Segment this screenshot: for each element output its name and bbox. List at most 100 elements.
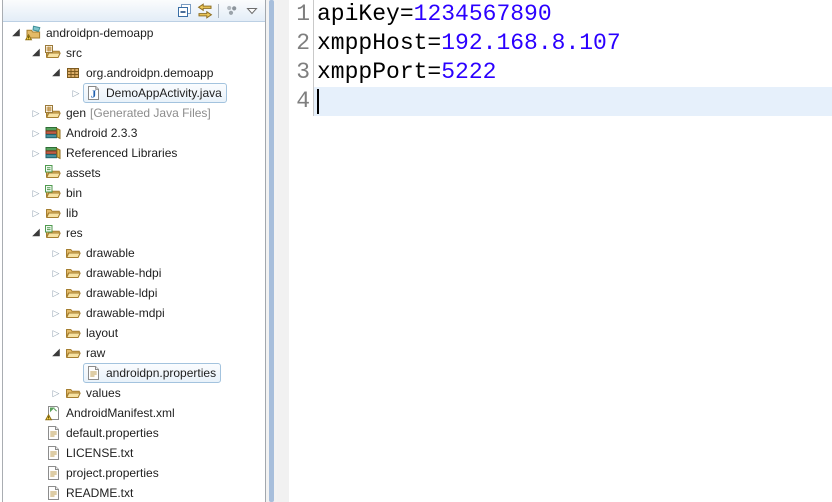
tree-item-content: bin <box>43 183 87 203</box>
properties-editor-pane[interactable]: 1 apiKey=1234567890 2 xmppHost=192.168.8.10… <box>277 0 832 502</box>
collapse-arrow-icon[interactable]: ◢ <box>49 343 63 363</box>
collapse-arrow-icon[interactable]: ◢ <box>29 223 43 243</box>
tree-item-label: project.properties <box>66 466 159 480</box>
expand-arrow-icon[interactable]: ▷ <box>49 243 63 263</box>
tree-item-src[interactable]: ◢ src <box>3 43 265 63</box>
code-line[interactable]: apiKey=1234567890 <box>314 0 832 29</box>
code-line[interactable] <box>314 87 832 116</box>
tree-item-androidpn-properties[interactable]: androidpn.properties <box>3 363 265 383</box>
tree-item-content: layout <box>63 323 123 343</box>
expand-arrow-icon[interactable]: ▷ <box>29 203 43 223</box>
property-key: apiKey <box>317 1 400 27</box>
equals-sign: = <box>427 59 442 85</box>
tree-item-content: assets <box>43 163 106 183</box>
tree-item-label: Android 2.3.3 <box>66 126 138 140</box>
expand-arrow-icon[interactable]: ▷ <box>29 183 43 203</box>
source-folder-icon <box>45 105 62 121</box>
tree-item-content: drawable-ldpi <box>63 283 162 303</box>
tree-item-raw[interactable]: ◢ raw <box>3 343 265 363</box>
tree-item-content: src <box>43 43 87 63</box>
java-file-icon: J <box>85 85 102 101</box>
property-key: xmppHost <box>317 30 428 56</box>
tree-item-drawable-hdpi[interactable]: ▷ drawable-hdpi <box>3 263 265 283</box>
link-with-editor-icon[interactable] <box>195 2 215 20</box>
expand-arrow-icon[interactable]: ▷ <box>29 143 43 163</box>
text-file-icon <box>45 445 62 461</box>
editor-line-1: 1 apiKey=1234567890 <box>289 0 832 29</box>
expand-arrow-icon[interactable]: ▷ <box>49 303 63 323</box>
collapse-all-icon[interactable] <box>175 2 195 20</box>
tree-item-label: androidpn.properties <box>106 366 217 380</box>
dropdown-arrow-icon[interactable] <box>242 2 262 20</box>
tree-item-content: values <box>63 383 126 403</box>
library-icon <box>45 145 62 161</box>
property-value: 1234567890 <box>413 1 552 27</box>
expand-arrow-icon[interactable]: ▷ <box>49 283 63 303</box>
folder-icon <box>45 205 62 221</box>
tree-item-referenced-libraries[interactable]: ▷ Referenced Libraries <box>3 143 265 163</box>
collapse-arrow-icon[interactable]: ◢ <box>49 63 63 83</box>
folder-dec-icon <box>45 225 62 241</box>
android-project-icon <box>24 25 42 41</box>
expand-arrow-icon[interactable]: ▷ <box>29 103 43 123</box>
expand-arrow-icon[interactable]: ▷ <box>49 383 63 403</box>
expand-arrow-icon[interactable]: ▷ <box>49 323 63 343</box>
tree-item-default-properties[interactable]: default.properties <box>3 423 265 443</box>
tree-item-layout[interactable]: ▷ layout <box>3 323 265 343</box>
tree-item-demoappactivity-java[interactable]: ▷ J DemoAppActivity.java <box>3 83 265 103</box>
tree-item-license-txt[interactable]: LICENSE.txt <box>3 443 265 463</box>
tree-item-content: res <box>43 223 88 243</box>
tree-item-res[interactable]: ◢ res <box>3 223 265 243</box>
tree-item-androidpn-demoapp[interactable]: ◢ androidpn-demoapp <box>3 23 265 43</box>
folder-icon <box>65 285 82 301</box>
tree-item-label: raw <box>86 346 106 360</box>
tree-item-values[interactable]: ▷ values <box>3 383 265 403</box>
tree-item-label: gen <box>66 106 87 120</box>
expand-arrow-icon[interactable]: ▷ <box>29 123 43 143</box>
folder-icon <box>65 345 82 361</box>
svg-text:J: J <box>91 89 97 101</box>
tree-item-org-androidpn-demoapp[interactable]: ◢ org.androidpn.demoapp <box>3 63 265 83</box>
package-explorer-panel: ◢ androidpn-demoapp ◢ src ◢ org.androidpn.dem… <box>0 0 266 502</box>
folder-icon <box>65 385 82 401</box>
tree-item-assets[interactable]: assets <box>3 163 265 183</box>
view-menu-icon[interactable] <box>222 2 242 20</box>
scrollbar-thumb[interactable] <box>269 0 274 502</box>
line-number[interactable]: 3 <box>289 58 314 87</box>
explorer-scrollbar[interactable] <box>266 0 277 502</box>
tree-item-label: default.properties <box>66 426 159 440</box>
collapse-arrow-icon[interactable]: ◢ <box>9 23 23 43</box>
tree-item-label: DemoAppActivity.java <box>106 86 222 100</box>
tree-item-label: layout <box>86 326 119 340</box>
tree-item-drawable-ldpi[interactable]: ▷ drawable-ldpi <box>3 283 265 303</box>
tree-item-androidmanifest-xml[interactable]: AndroidManifest.xml <box>3 403 265 423</box>
line-number[interactable]: 1 <box>289 0 314 29</box>
tree-item-project-properties[interactable]: project.properties <box>3 463 265 483</box>
expand-arrow-icon[interactable]: ▷ <box>69 83 83 103</box>
collapse-arrow-icon[interactable]: ◢ <box>29 43 43 63</box>
line-number[interactable]: 2 <box>289 29 314 58</box>
tree-item-label: Referenced Libraries <box>66 146 178 160</box>
line-number[interactable]: 4 <box>289 87 314 116</box>
text-file-icon <box>45 485 62 501</box>
annotation-ruler[interactable] <box>277 0 289 502</box>
tree-item-label: drawable-hdpi <box>86 266 162 280</box>
tree-item-gen[interactable]: ▷ gen [Generated Java Files] <box>3 103 265 123</box>
code-line[interactable]: xmppPort=5222 <box>314 58 832 87</box>
explorer-toolbar <box>3 0 265 22</box>
tree-item-content: README.txt <box>43 483 138 502</box>
tree-item-readme-txt[interactable]: README.txt <box>3 483 265 502</box>
tree-item-label: drawable-ldpi <box>86 286 158 300</box>
tree-item-content: AndroidManifest.xml <box>43 403 180 423</box>
tree-item-android-2-3-3[interactable]: ▷ Android 2.3.3 <box>3 123 265 143</box>
editor-lines: 1 apiKey=1234567890 2 xmppHost=192.168.8.10… <box>289 0 832 502</box>
tree-item-bin[interactable]: ▷ bin <box>3 183 265 203</box>
code-line[interactable]: xmppHost=192.168.8.107 <box>314 29 832 58</box>
folder-dec-icon <box>45 165 62 181</box>
folder-icon <box>65 325 82 341</box>
tree-item-lib[interactable]: ▷ lib <box>3 203 265 223</box>
tree-item-drawable-mdpi[interactable]: ▷ drawable-mdpi <box>3 303 265 323</box>
tree-item-drawable[interactable]: ▷ drawable <box>3 243 265 263</box>
expand-arrow-icon[interactable]: ▷ <box>49 263 63 283</box>
tree-item-label: src <box>66 46 82 60</box>
